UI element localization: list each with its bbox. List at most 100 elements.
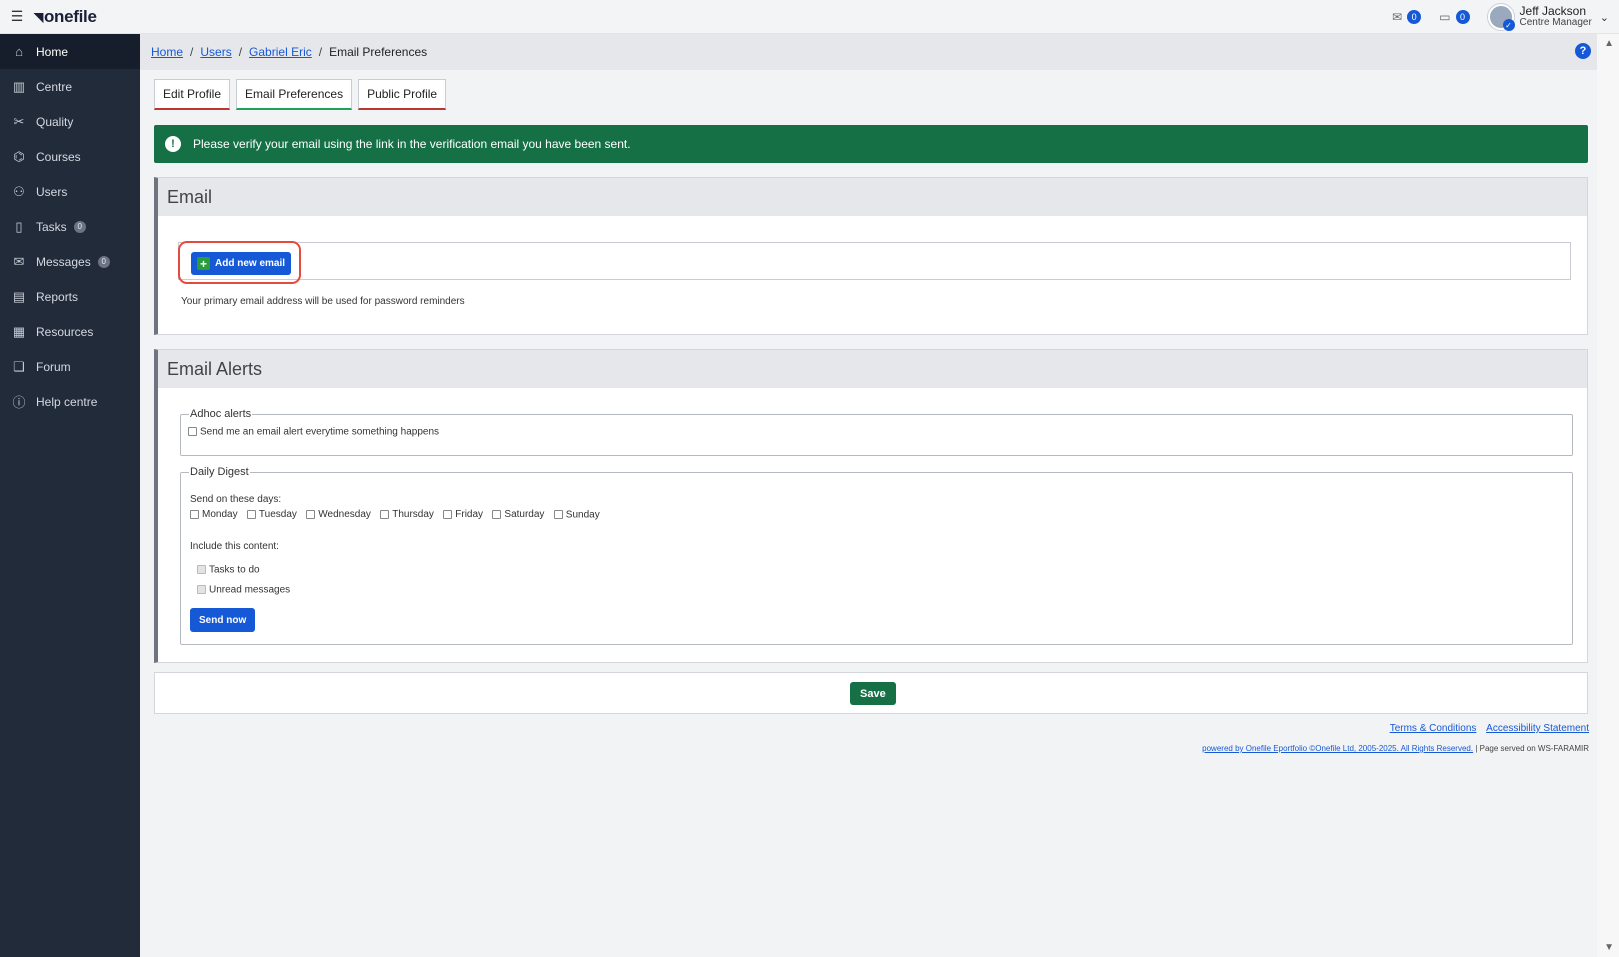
friday-checkbox[interactable] — [443, 510, 453, 520]
page-scrollbar[interactable] — [1597, 34, 1619, 957]
breadcrumb-person-link[interactable]: Gabriel Eric — [249, 45, 312, 59]
tab-email-preferences[interactable]: Email Preferences — [236, 79, 353, 110]
send-now-button[interactable]: Send now — [190, 608, 256, 632]
sidebar-item-tasks[interactable]: ▯ Tasks 0 — [0, 209, 140, 244]
sidebar-item-help-centre[interactable]: ⓘ Help centre — [0, 384, 140, 419]
avatar[interactable]: ✓ — [1487, 4, 1515, 31]
wednesday-label[interactable]: Wednesday — [318, 509, 371, 520]
building-icon: ▥ — [12, 78, 26, 94]
unread-messages-option: Unread messages — [190, 582, 600, 596]
sidebar-item-quality[interactable]: ✂ Quality — [0, 104, 140, 139]
messages-badge: 0 — [97, 255, 110, 268]
breadcrumb: Home / Users / Gabriel Eric / Email Pref… — [140, 34, 1597, 70]
sidebar-item-messages[interactable]: ✉ Messages 0 — [0, 244, 140, 279]
verified-check-icon: ✓ — [1502, 19, 1515, 31]
tuesday-checkbox[interactable] — [246, 510, 256, 520]
thursday-checkbox[interactable] — [380, 510, 390, 520]
terms-link[interactable]: Terms & Conditions — [1390, 723, 1477, 734]
profile-tabs: Edit Profile Email Preferences Public Pr… — [154, 79, 452, 110]
add-email-highlight: + Add new email — [178, 241, 301, 284]
sidebar-item-label: Tasks — [36, 219, 67, 234]
clipboard-icon: ▯ — [15, 218, 23, 234]
unread-messages-label: Unread messages — [209, 584, 291, 596]
top-right-controls: ✉ 0 ▭ 0 ✓ Jeff Jackson Centre Manager ⌄ — [1392, 0, 1619, 34]
envelope-icon: ✉ — [1392, 10, 1403, 24]
user-menu[interactable]: Jeff Jackson Centre Manager — [1520, 5, 1592, 29]
include-content-label: Include this content: — [190, 541, 279, 552]
friday-label[interactable]: Friday — [455, 509, 483, 520]
tasks-badge: 0 — [73, 220, 86, 233]
alert-text: Please verify your email using the link … — [193, 137, 631, 151]
help-circle-icon: ⓘ — [12, 395, 26, 410]
sidebar-item-home[interactable]: ⌂ Home — [0, 34, 140, 69]
sidebar: ⌂ Home ▥ Centre ✂ Quality ⌬ Courses ⚇ Us… — [0, 34, 140, 957]
sidebar-item-label: Centre — [36, 79, 73, 94]
sidebar-item-label: Forum — [36, 359, 71, 374]
onefile-logo[interactable]: ◥ onefile — [34, 7, 97, 27]
exclamation-icon: ! — [165, 136, 181, 152]
accessibility-link[interactable]: Accessibility Statement — [1486, 723, 1589, 734]
save-button[interactable]: Save — [850, 682, 896, 705]
adhoc-alerts-legend: Adhoc alerts — [190, 408, 252, 420]
daily-digest-legend: Daily Digest — [190, 466, 249, 478]
footer-copyright: powered by Onefile Eportfolio ©Onefile L… — [1202, 744, 1589, 753]
sidebar-item-forum[interactable]: ❏ Forum — [0, 349, 140, 384]
tab-edit-profile[interactable]: Edit Profile — [154, 79, 231, 110]
help-icon[interactable]: ? — [1575, 43, 1591, 59]
user-role: Centre Manager — [1519, 17, 1592, 28]
adhoc-alert-checkbox[interactable] — [188, 427, 197, 437]
monday-checkbox[interactable] — [190, 510, 199, 520]
monday-label[interactable]: Monday — [202, 509, 238, 520]
messages-notification[interactable]: ✉ 0 — [1392, 10, 1422, 24]
unread-messages-checkbox[interactable] — [197, 585, 206, 595]
breadcrumb-separator: / — [190, 45, 194, 59]
logo-text: onefile — [43, 6, 97, 26]
sunday-label[interactable]: Sunday — [566, 509, 600, 520]
clipboard-icon: ▭ — [1439, 10, 1451, 24]
sidebar-item-courses[interactable]: ⌬ Courses — [0, 139, 140, 174]
sidebar-item-label: Courses — [36, 149, 81, 164]
chevron-down-icon[interactable]: ⌄ — [1600, 11, 1609, 24]
users-icon: ⚇ — [13, 183, 25, 199]
sidebar-item-centre[interactable]: ▥ Centre — [0, 69, 140, 104]
breadcrumb-home-link[interactable]: Home — [151, 45, 183, 59]
logo-mark-icon: ◥ — [34, 9, 43, 24]
tab-public-profile[interactable]: Public Profile — [358, 79, 447, 110]
thursday-label[interactable]: Thursday — [392, 509, 434, 520]
tuesday-label[interactable]: Tuesday — [259, 509, 297, 520]
sidebar-item-users[interactable]: ⚇ Users — [0, 174, 140, 209]
hamburger-menu-icon[interactable]: ☰ — [0, 0, 34, 34]
email-panel: Email + Add new email Your primary email… — [154, 177, 1588, 335]
sidebar-item-reports[interactable]: ▤ Reports — [0, 279, 140, 314]
graduation-cap-icon: ⌬ — [13, 148, 25, 164]
scroll-up-arrow-icon[interactable]: ▲ — [1604, 38, 1614, 49]
tasks-to-do-label: Tasks to do — [209, 564, 260, 576]
save-panel: Save — [154, 672, 1588, 714]
tasks-to-do-checkbox[interactable] — [197, 565, 206, 575]
primary-email-note: Your primary email address will be used … — [181, 296, 465, 307]
tasks-count-badge: 0 — [1455, 10, 1470, 24]
adhoc-alert-label[interactable]: Send me an email alert everytime somethi… — [200, 426, 439, 437]
saturday-checkbox[interactable] — [492, 510, 502, 520]
sidebar-item-label: Reports — [36, 289, 79, 304]
sidebar-item-label: Messages — [36, 254, 91, 269]
add-new-email-label: Add new email — [215, 258, 286, 269]
saturday-label[interactable]: Saturday — [504, 509, 544, 520]
add-new-email-button[interactable]: + Add new email — [191, 252, 292, 275]
wednesday-checkbox[interactable] — [306, 510, 316, 520]
sunday-checkbox[interactable] — [553, 510, 563, 520]
powered-by-link[interactable]: powered by Onefile Eportfolio ©Onefile L… — [1202, 744, 1473, 753]
top-bar: ☰ ◥ onefile ✉ 0 ▭ 0 ✓ Jeff Jackson Centr… — [0, 0, 1619, 34]
sidebar-item-label: Help centre — [36, 394, 98, 409]
tools-icon: ✂ — [13, 113, 25, 129]
footer-links: Terms & Conditions Accessibility Stateme… — [1383, 723, 1589, 734]
send-days-label: Send on these days: — [190, 494, 282, 505]
forum-icon: ❏ — [13, 358, 25, 374]
home-icon: ⌂ — [15, 44, 23, 59]
scroll-down-arrow-icon[interactable]: ▼ — [1604, 942, 1614, 953]
days-checkbox-group: Monday Tuesday Wednesday Thursday Friday… — [190, 507, 600, 521]
breadcrumb-users-link[interactable]: Users — [200, 45, 231, 59]
tasks-notification[interactable]: ▭ 0 — [1439, 10, 1470, 24]
email-alerts-panel-title: Email Alerts — [158, 350, 1587, 388]
sidebar-item-resources[interactable]: ▦ Resources — [0, 314, 140, 349]
